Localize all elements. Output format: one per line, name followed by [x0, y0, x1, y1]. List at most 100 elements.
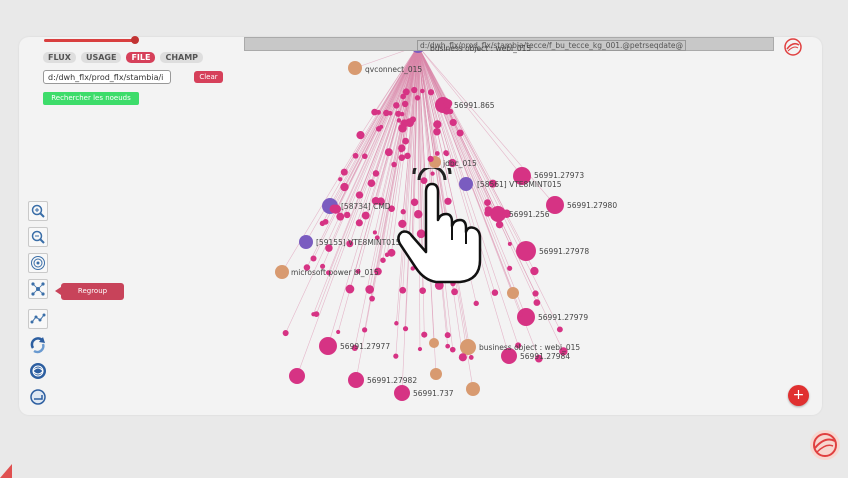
graph-node[interactable] — [444, 332, 451, 339]
graph-node[interactable] — [414, 95, 421, 101]
graph-node[interactable] — [456, 129, 464, 137]
graph-node[interactable] — [473, 300, 479, 307]
graph-node[interactable] — [507, 287, 519, 299]
graph-node[interactable] — [448, 108, 454, 115]
tab-usage[interactable]: USAGE — [80, 52, 122, 63]
graph-node[interactable] — [484, 206, 493, 214]
graph-node[interactable] — [355, 219, 363, 227]
graph-node[interactable] — [530, 266, 539, 276]
graph-node[interactable] — [556, 326, 563, 333]
export-button[interactable] — [28, 387, 48, 407]
target-button[interactable] — [28, 253, 48, 273]
refresh-button[interactable] — [28, 335, 48, 355]
add-node-button[interactable]: + — [788, 385, 809, 406]
graph-node[interactable] — [443, 150, 449, 156]
graph-node[interactable] — [468, 355, 474, 360]
graph-node[interactable] — [319, 337, 337, 355]
graph-node[interactable] — [398, 154, 406, 161]
graph-node[interactable] — [495, 220, 504, 229]
tab-flux[interactable]: FLUX — [43, 52, 76, 63]
graph-node[interactable] — [343, 211, 351, 219]
graph-node[interactable] — [484, 199, 491, 207]
graph-node[interactable] — [384, 252, 390, 257]
graph-node[interactable] — [532, 290, 539, 297]
graph-node[interactable] — [429, 338, 439, 348]
zoom-out-button[interactable] — [28, 227, 48, 247]
graph-node[interactable] — [289, 368, 305, 384]
graph-node[interactable] — [411, 86, 418, 94]
graph-node[interactable] — [387, 110, 393, 116]
graph-node[interactable] — [517, 311, 523, 317]
graph-node[interactable] — [282, 330, 289, 337]
graph-node[interactable] — [372, 170, 380, 177]
graph-node[interactable] — [369, 295, 375, 302]
graph-node[interactable] — [445, 343, 451, 349]
graph-node[interactable] — [380, 257, 386, 263]
search-nodes-button[interactable]: Rechercher les noeuds — [43, 92, 139, 105]
graph-node[interactable] — [427, 89, 435, 96]
graph-node[interactable] — [352, 152, 359, 159]
depth-slider-track[interactable] — [44, 39, 138, 42]
graph-node[interactable] — [421, 331, 428, 338]
graph-node[interactable] — [310, 255, 317, 262]
graph-node[interactable] — [402, 326, 409, 332]
graph-node[interactable] — [517, 308, 535, 326]
graph-node[interactable] — [375, 126, 382, 132]
graph-node[interactable] — [427, 155, 434, 163]
network-button[interactable] — [28, 279, 48, 299]
globe-button[interactable] — [28, 361, 48, 381]
graph-node[interactable] — [419, 287, 426, 294]
graph-node[interactable] — [313, 311, 320, 318]
graph-node[interactable] — [362, 327, 368, 333]
graph-node[interactable] — [458, 353, 467, 362]
graph-node[interactable] — [367, 179, 376, 187]
graph-node[interactable] — [336, 212, 345, 221]
graph-node[interactable] — [345, 284, 355, 294]
graph-node[interactable] — [491, 289, 499, 296]
graph-node[interactable] — [376, 109, 381, 115]
graph-node[interactable] — [361, 153, 368, 160]
clear-button[interactable]: Clear — [194, 71, 223, 83]
graph-node[interactable] — [394, 385, 410, 401]
graph-node[interactable] — [340, 182, 349, 192]
graph-node[interactable] — [336, 329, 341, 335]
graph-node[interactable] — [391, 161, 397, 168]
tab-champ[interactable]: CHAMP — [160, 52, 204, 63]
graph-node[interactable] — [355, 191, 364, 199]
graph-node[interactable] — [401, 100, 409, 108]
graph-node[interactable] — [533, 299, 541, 306]
graph-node[interactable] — [400, 111, 405, 117]
graph-node[interactable] — [338, 177, 343, 182]
depth-slider-thumb[interactable] — [131, 36, 139, 44]
path-input[interactable]: d:/dwh_flx/prod_flx/stambia/i — [43, 70, 171, 84]
graph-node[interactable] — [348, 372, 364, 388]
graph-node[interactable] — [348, 61, 362, 75]
tab-file[interactable]: FILE — [126, 52, 156, 63]
graph-node[interactable] — [433, 127, 441, 136]
graph-node[interactable] — [443, 99, 453, 108]
graph-node[interactable] — [329, 204, 339, 214]
graph-node[interactable] — [460, 339, 476, 355]
graph-node[interactable] — [299, 235, 313, 249]
graph-node[interactable] — [516, 241, 536, 261]
graph-node[interactable] — [451, 288, 458, 296]
graph-node[interactable] — [402, 88, 410, 96]
graph-node[interactable] — [404, 152, 411, 160]
graph-node[interactable] — [372, 230, 377, 235]
zoom-in-button[interactable] — [28, 201, 48, 221]
graph-node[interactable] — [466, 382, 480, 396]
graph-node[interactable] — [394, 321, 399, 326]
graph-node[interactable] — [361, 211, 370, 220]
layout-button[interactable] — [28, 309, 48, 329]
graph-node[interactable] — [396, 118, 402, 123]
graph-node[interactable] — [398, 123, 407, 133]
graph-node[interactable] — [433, 120, 442, 129]
graph-node[interactable] — [402, 137, 409, 145]
graph-node[interactable] — [393, 353, 399, 359]
graph-node[interactable] — [449, 346, 456, 353]
graph-node[interactable] — [365, 285, 374, 294]
graph-node[interactable] — [356, 131, 365, 140]
graph-node[interactable] — [507, 265, 513, 271]
graph-node[interactable] — [409, 116, 417, 123]
graph-node[interactable] — [399, 286, 407, 294]
